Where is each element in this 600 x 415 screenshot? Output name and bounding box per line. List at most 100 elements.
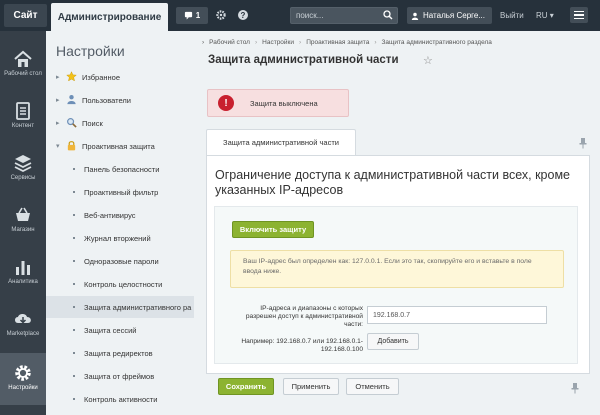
apply-button[interactable]: Применить: [283, 378, 339, 395]
site-tab[interactable]: Сайт: [4, 4, 47, 27]
submenu-item-label: Веб-антивирус: [84, 210, 136, 220]
main-nav-label: Аналитика: [8, 279, 38, 285]
breadcrumb-separator: ›: [299, 39, 302, 46]
submenu-item[interactable]: Проактивный фильтр: [46, 181, 194, 203]
logout-link[interactable]: Выйти: [500, 11, 524, 20]
bar-chart-icon: [16, 261, 30, 275]
submenu-item[interactable]: Панель безопасности: [46, 158, 194, 180]
tab-strip: Защита административной части: [206, 129, 590, 155]
main-nav-label: Настройки: [8, 385, 38, 391]
main-content: › Рабочий стол › Настройки › Проактивная…: [194, 31, 600, 415]
menu-item-proactive-protection[interactable]: ▾ Проактивная защита: [46, 135, 194, 157]
user-icon: [67, 95, 76, 105]
menu-item-search[interactable]: ▸ Поиск: [46, 112, 194, 134]
pin-icon[interactable]: [570, 382, 580, 394]
submenu-item-selected[interactable]: Защита административного ра: [46, 296, 194, 318]
submenu-item-label: Журнал вторжений: [84, 233, 151, 243]
search-icon[interactable]: [383, 10, 393, 20]
submenu-item[interactable]: Защита сессий: [46, 319, 194, 341]
page-title: Защита административной части: [208, 54, 399, 66]
chevron-down-icon: ▾: [56, 143, 60, 150]
favorite-star-icon[interactable]: ☆: [423, 54, 433, 67]
submenu-item-label: Контроль активности: [84, 394, 158, 404]
main-nav-label: Рабочий стол: [4, 71, 42, 77]
breadcrumb-link[interactable]: Защита административного раздела: [382, 39, 492, 46]
svg-text:?: ?: [241, 11, 246, 20]
submenu-item-label: Панель безопасности: [84, 164, 160, 174]
gear-icon[interactable]: [215, 9, 227, 21]
language-select[interactable]: RU ▾: [536, 11, 554, 20]
pin-icon[interactable]: [578, 137, 588, 149]
main-nav-label: Сервисы: [10, 175, 36, 181]
submenu-item[interactable]: Журнал вторжений: [46, 227, 194, 249]
main-nav-settings[interactable]: Настройки: [0, 353, 46, 405]
cart-icon: [16, 207, 30, 221]
menu-item-label: Проактивная защита: [82, 141, 155, 151]
main-nav-label: Контент: [11, 123, 35, 129]
hamburger-menu-icon[interactable]: [570, 7, 588, 23]
settings-menu-title: Настройки: [56, 43, 125, 59]
ip-field-label: IP-адреса и диапазоны с которых разрешен…: [245, 305, 363, 328]
breadcrumb: › Рабочий стол › Настройки › Проактивная…: [202, 39, 492, 46]
panel-heading: Ограничение доступа к административной ч…: [215, 168, 570, 197]
cloud-download-icon: [15, 314, 31, 324]
submenu-item[interactable]: Контроль активности: [46, 388, 194, 410]
document-icon: [16, 102, 30, 120]
alert-icon: !: [218, 95, 234, 111]
main-nav-content[interactable]: Контент: [0, 91, 46, 143]
user-menu[interactable]: Наталья Серге...: [407, 7, 492, 24]
breadcrumb-separator: ›: [254, 39, 258, 46]
chevron-right-icon: ▸: [56, 74, 60, 81]
language-value: RU: [536, 11, 548, 20]
admin-tab[interactable]: Администрирование: [51, 3, 168, 31]
submenu-item[interactable]: Контроль целостности: [46, 273, 194, 295]
alert-message: Защита выключена: [250, 98, 318, 108]
submenu-item-label: Одноразовые пароли: [84, 256, 159, 266]
chevron-right-icon: ▸: [56, 120, 60, 127]
chevron-down-icon: ▾: [549, 11, 554, 20]
layers-icon: [14, 155, 32, 173]
menu-item-label: Пользователи: [82, 95, 131, 105]
menu-item-users[interactable]: ▸ Пользователи: [46, 89, 194, 111]
add-ip-button[interactable]: Добавить: [367, 333, 419, 350]
enable-protection-button[interactable]: Включить защиту: [232, 221, 314, 238]
star-icon: [66, 71, 77, 82]
form-footer: Сохранить Применить Отменить: [206, 373, 590, 401]
notifications-button[interactable]: 1: [176, 7, 208, 24]
main-nav-marketplace[interactable]: Marketplace: [0, 299, 46, 351]
breadcrumb-link[interactable]: Рабочий стол: [209, 39, 250, 46]
breadcrumb-link[interactable]: Настройки: [262, 39, 294, 46]
ip-address-input[interactable]: 192.168.0.7: [367, 306, 547, 324]
main-nav-analytics[interactable]: Аналитика: [0, 247, 46, 299]
ip-detection-note: Ваш IP-адрес был определен как: 127.0.0.…: [230, 250, 564, 288]
tab-admin-protection[interactable]: Защита административной части: [206, 129, 356, 155]
submenu-item[interactable]: Защита от фреймов: [46, 365, 194, 387]
breadcrumb-link[interactable]: Проактивная защита: [306, 39, 369, 46]
main-nav-desktop[interactable]: Рабочий стол: [0, 39, 46, 91]
top-bar: Сайт Администрирование 1 ? поиск... Ната…: [0, 0, 600, 31]
home-icon: [14, 50, 32, 67]
main-sidebar: Рабочий стол Контент Сервисы Магазин Ана…: [0, 31, 46, 415]
submenu-item[interactable]: Веб-антивирус: [46, 204, 194, 226]
menu-item-label: Избранное: [82, 72, 121, 82]
save-button[interactable]: Сохранить: [218, 378, 274, 395]
ip-field-example: Например: 192.168.0.7 или 192.168.0.1-19…: [241, 338, 363, 353]
search-placeholder: поиск...: [296, 11, 324, 20]
settings-panel: Ограничение доступа к административной ч…: [206, 155, 590, 401]
breadcrumb-separator: ›: [374, 39, 377, 46]
submenu-item-label: Защита сессий: [84, 325, 137, 335]
user-icon: [411, 12, 419, 20]
menu-item-favorites[interactable]: ▸ Избранное: [46, 66, 194, 88]
main-nav-services[interactable]: Сервисы: [0, 143, 46, 195]
main-nav-shop[interactable]: Магазин: [0, 195, 46, 247]
cancel-button[interactable]: Отменить: [346, 378, 399, 395]
search-input[interactable]: поиск...: [290, 7, 398, 24]
notifications-count: 1: [195, 11, 201, 20]
breadcrumb-separator: ›: [202, 39, 205, 46]
search-icon: [67, 118, 77, 128]
chevron-right-icon: ▸: [56, 97, 60, 104]
submenu-item[interactable]: Одноразовые пароли: [46, 250, 194, 272]
help-icon[interactable]: ?: [237, 9, 249, 21]
submenu-item[interactable]: Защита редиректов: [46, 342, 194, 364]
settings-menu: Настройки ▸ Избранное ▸ Пользователи ▸ П…: [46, 31, 194, 415]
